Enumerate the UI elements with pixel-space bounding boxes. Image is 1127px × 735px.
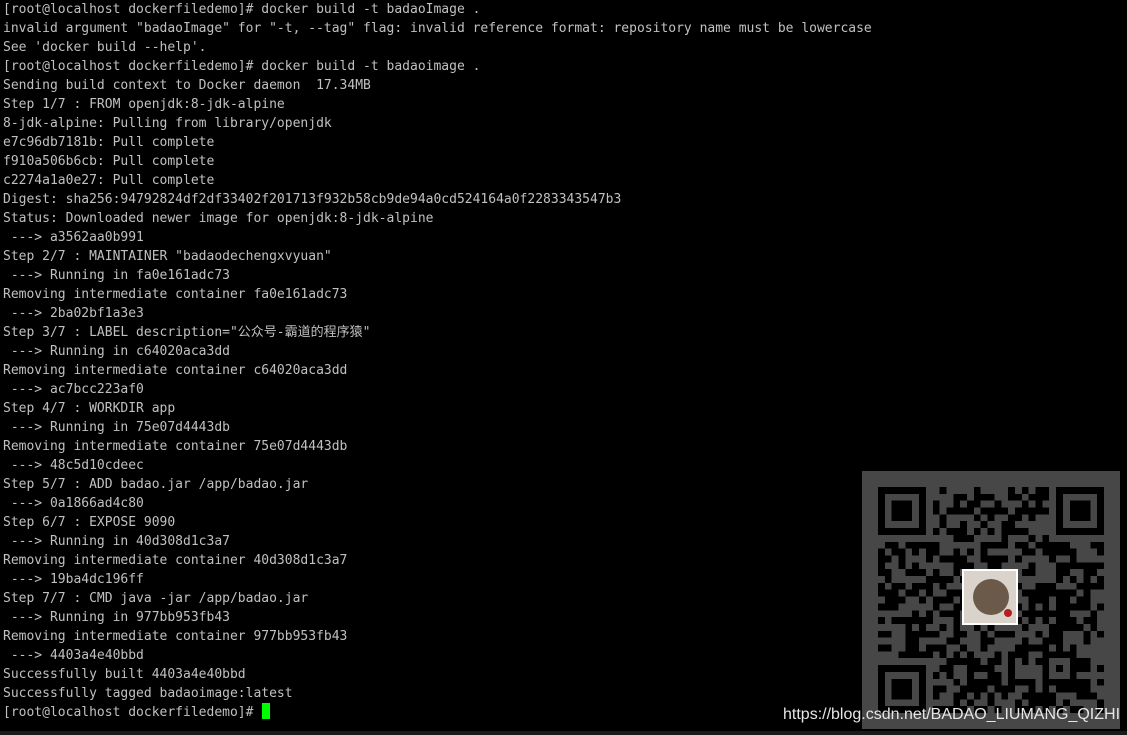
terminal-line: ---> 48c5d10cdeec (3, 458, 144, 473)
terminal-line: ---> Running in c64020aca3dd (3, 344, 230, 359)
terminal-line: Removing intermediate container c64020ac… (3, 363, 348, 378)
terminal-line: ---> 2ba02bf1a3e3 (3, 306, 144, 321)
terminal-line: invalid argument "badaoImage" for "-t, -… (3, 21, 872, 36)
terminal-line: Step 7/7 : CMD java -jar /app/badao.jar (3, 591, 309, 606)
terminal-line: See 'docker build --help'. (3, 40, 207, 55)
terminal-line: ---> Running in 977bb953fb43 (3, 610, 230, 625)
terminal-line: ---> ac7bcc223af0 (3, 382, 144, 397)
terminal-line: f910a506b6cb: Pull complete (3, 154, 215, 169)
qr-code-panel (862, 471, 1120, 729)
terminal-line: Successfully built 4403a4e40bbd (3, 667, 246, 682)
terminal-line: ---> Running in 75e07d4443db (3, 420, 230, 435)
terminal-line: 8-jdk-alpine: Pulling from library/openj… (3, 116, 332, 131)
watermark-text: https://blog.csdn.net/BADAO_LIUMANG_QIZH… (783, 706, 1121, 723)
terminal-line: Step 3/7 : LABEL description="公众号-霸道的程序猿… (3, 325, 371, 340)
terminal-window[interactable]: [root@localhost dockerfiledemo]# docker … (0, 0, 1127, 735)
terminal-line: Removing intermediate container fa0e161a… (3, 287, 348, 302)
terminal-line: ---> 0a1866ad4c80 (3, 496, 144, 511)
avatar (962, 569, 1018, 625)
terminal-line: [root@localhost dockerfiledemo]# docker … (3, 2, 481, 17)
terminal-line: ---> 19ba4dc196ff (3, 572, 144, 587)
terminal-line: e7c96db7181b: Pull complete (3, 135, 215, 150)
text-cursor (262, 703, 271, 719)
prompt-text: [root@localhost dockerfiledemo]# (3, 705, 262, 720)
terminal-line: ---> a3562aa0b991 (3, 230, 144, 245)
terminal-line: Sending build context to Docker daemon 1… (3, 78, 371, 93)
terminal-line: Step 2/7 : MAINTAINER "badaodechengxvyua… (3, 249, 332, 264)
terminal-line: Removing intermediate container 40d308d1… (3, 553, 348, 568)
window-bottom-border (0, 731, 1127, 735)
terminal-line: Digest: sha256:94792824df2df33402f201713… (3, 192, 622, 207)
terminal-line: ---> Running in 40d308d1c3a7 (3, 534, 230, 549)
terminal-line: ---> Running in fa0e161adc73 (3, 268, 230, 283)
command-prompt[interactable]: [root@localhost dockerfiledemo]# (3, 703, 872, 722)
terminal-line: Step 5/7 : ADD badao.jar /app/badao.jar (3, 477, 309, 492)
terminal-line: Step 4/7 : WORKDIR app (3, 401, 176, 416)
terminal-line: c2274a1a0e27: Pull complete (3, 173, 215, 188)
terminal-line: Removing intermediate container 977bb953… (3, 629, 348, 644)
terminal-line: ---> 4403a4e40bbd (3, 648, 144, 663)
terminal-line: Step 1/7 : FROM openjdk:8-jdk-alpine (3, 97, 285, 112)
terminal-line: [root@localhost dockerfiledemo]# docker … (3, 59, 481, 74)
terminal-line: Removing intermediate container 75e07d44… (3, 439, 348, 454)
terminal-line: Status: Downloaded newer image for openj… (3, 211, 434, 226)
terminal-output: [root@localhost dockerfiledemo]# docker … (3, 0, 872, 722)
terminal-line: Step 6/7 : EXPOSE 9090 (3, 515, 176, 530)
terminal-line: Successfully tagged badaoimage:latest (3, 686, 293, 701)
